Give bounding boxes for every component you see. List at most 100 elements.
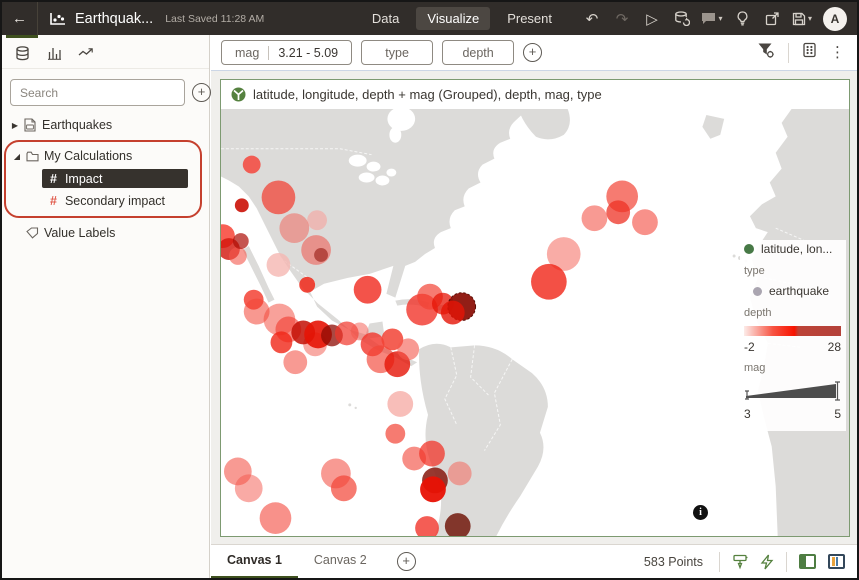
depth-color-gradient[interactable]: [744, 326, 841, 336]
filter-settings-icon[interactable]: [757, 42, 775, 64]
sidebar-tab-strip: [2, 35, 209, 69]
undo-button[interactable]: ↶: [577, 2, 607, 35]
calc-secondary-impact-label: Secondary impact: [65, 194, 165, 208]
earthquake-bubble[interactable]: [582, 205, 608, 231]
filter-value: 3.21 - 5.09: [278, 46, 338, 60]
earthquake-bubble[interactable]: [606, 200, 630, 224]
csv-file-icon: [20, 118, 40, 132]
earthquake-bubble[interactable]: [271, 331, 293, 353]
earthquake-bubble[interactable]: [448, 462, 472, 486]
earthquake-bubble[interactable]: [233, 233, 249, 249]
add-data-button[interactable]: +: [192, 83, 211, 102]
earthquake-bubble[interactable]: [397, 338, 419, 360]
canvas-tab-1[interactable]: Canvas 1: [211, 545, 298, 579]
tree-item-value-labels[interactable]: Value Labels: [2, 222, 209, 244]
earthquake-bubble[interactable]: [420, 476, 446, 502]
back-button[interactable]: ←: [2, 2, 38, 35]
earthquake-bubble[interactable]: [531, 264, 567, 300]
filter-pill-mag[interactable]: mag 3.21 - 5.09: [221, 40, 352, 65]
expand-collapsed-icon[interactable]: ▶: [10, 121, 20, 130]
tree-item-earthquakes[interactable]: ▶ Earthquakes: [2, 114, 209, 136]
add-filter-button[interactable]: +: [523, 43, 542, 62]
divider: [786, 552, 787, 572]
tab-visualizations[interactable]: [38, 35, 70, 68]
tree-item-secondary-impact[interactable]: # Secondary impact: [6, 190, 200, 211]
tab-analytics[interactable]: [70, 35, 102, 68]
insights-lightbulb-icon[interactable]: [727, 2, 757, 35]
series-dot-icon: [744, 244, 754, 254]
viz-title-row: latitude, longitude, depth + mag (Groupe…: [221, 80, 849, 108]
canvas-area: latitude, longitude, depth + mag (Groupe…: [211, 71, 857, 544]
earthquake-bubble[interactable]: [235, 198, 249, 212]
filter-bar: mag 3.21 - 5.09 type depth +: [211, 35, 857, 71]
earthquake-bubble[interactable]: [314, 248, 328, 262]
earthquake-bubble[interactable]: [260, 502, 292, 534]
divider: [719, 552, 720, 572]
filter-pill-type[interactable]: type: [361, 40, 433, 65]
earthquake-bubble[interactable]: [301, 235, 331, 265]
oracle-analytics-window: ← Earthquak... Last Saved 11:28 AM Data …: [0, 0, 859, 580]
earthquake-bubble[interactable]: [632, 209, 658, 235]
legend-type-value[interactable]: earthquake: [769, 284, 829, 298]
search-input[interactable]: [10, 79, 185, 106]
tree-item-impact-selected[interactable]: # Impact: [42, 169, 188, 188]
canvas-tab-2[interactable]: Canvas 2: [298, 545, 383, 579]
search-row: +: [10, 79, 201, 106]
earthquake-bubble[interactable]: [441, 301, 465, 325]
map-attribution-info-button[interactable]: i: [693, 505, 708, 520]
toggle-grammar-panel-icon[interactable]: [828, 554, 845, 569]
tab-present[interactable]: Present: [496, 7, 563, 30]
more-options-menu[interactable]: ⋮: [830, 45, 845, 60]
pill-divider: [268, 46, 269, 60]
mag-min: 3: [744, 407, 751, 421]
earthquake-bubble[interactable]: [229, 247, 247, 265]
earthquake-bubble[interactable]: [385, 424, 405, 444]
tab-data-elements[interactable]: [6, 35, 38, 68]
lightning-bolt-icon[interactable]: [760, 554, 774, 570]
earthquake-bubble[interactable]: [283, 350, 307, 374]
tag-icon: [22, 227, 42, 239]
toggle-left-panel-icon[interactable]: [799, 554, 816, 569]
earthquake-bubble[interactable]: [354, 276, 382, 304]
map-visualization-card[interactable]: latitude, longitude, depth + mag (Groupe…: [220, 79, 850, 537]
tab-data[interactable]: Data: [361, 7, 410, 30]
header-actions: ↶ ↷ ▷ ▾: [577, 2, 857, 35]
tab-visualize[interactable]: Visualize: [416, 7, 490, 30]
filter-field: mag: [235, 46, 259, 60]
grammar-panel-icon[interactable]: [802, 42, 817, 63]
comments-menu-button[interactable]: ▾: [697, 2, 727, 35]
map-legend: latitude, lon... type earthquake depth -…: [740, 240, 846, 431]
canvas-tab-bar: Canvas 1 Canvas 2 + 583 Points: [211, 544, 857, 578]
workbook-title: Earthquak...: [75, 11, 153, 27]
earthquake-bubble[interactable]: [243, 156, 261, 174]
earthquake-bubble[interactable]: [299, 277, 315, 293]
calc-impact-label: Impact: [65, 172, 103, 186]
paint-roller-icon[interactable]: [732, 554, 748, 570]
mode-tabs: Data Visualize Present: [361, 7, 563, 30]
refresh-data-icon[interactable]: [667, 2, 697, 35]
expand-expanded-icon[interactable]: ◢: [12, 152, 22, 161]
filter-pill-depth[interactable]: depth: [442, 40, 514, 65]
user-avatar[interactable]: A: [823, 7, 847, 31]
earthquake-bubble[interactable]: [307, 210, 327, 230]
earthquake-bubble[interactable]: [419, 441, 445, 467]
add-canvas-button[interactable]: +: [397, 552, 416, 571]
earthquake-bubble[interactable]: [331, 475, 357, 501]
map-viz-globe-icon: [231, 87, 246, 102]
legend-type-label: type: [744, 265, 842, 277]
run-button[interactable]: ▷: [637, 2, 667, 35]
save-menu-button[interactable]: ▾: [787, 2, 817, 35]
folder-icon: [22, 151, 42, 162]
mag-size-wedge[interactable]: [744, 381, 841, 401]
workbook-chart-icon: [50, 12, 66, 26]
canvas-bar-actions: 583 Points: [644, 552, 845, 572]
earthquake-bubble[interactable]: [279, 213, 309, 243]
redo-button[interactable]: ↷: [607, 2, 637, 35]
earthquake-bubble[interactable]: [267, 253, 291, 277]
open-in-window-icon[interactable]: [757, 2, 787, 35]
last-saved-text: Last Saved 11:28 AM: [165, 13, 264, 25]
earthquake-bubble[interactable]: [235, 474, 263, 502]
earthquake-bubble[interactable]: [262, 180, 296, 214]
earthquake-bubble[interactable]: [387, 391, 413, 417]
tree-item-my-calculations[interactable]: ◢ My Calculations: [6, 145, 200, 167]
